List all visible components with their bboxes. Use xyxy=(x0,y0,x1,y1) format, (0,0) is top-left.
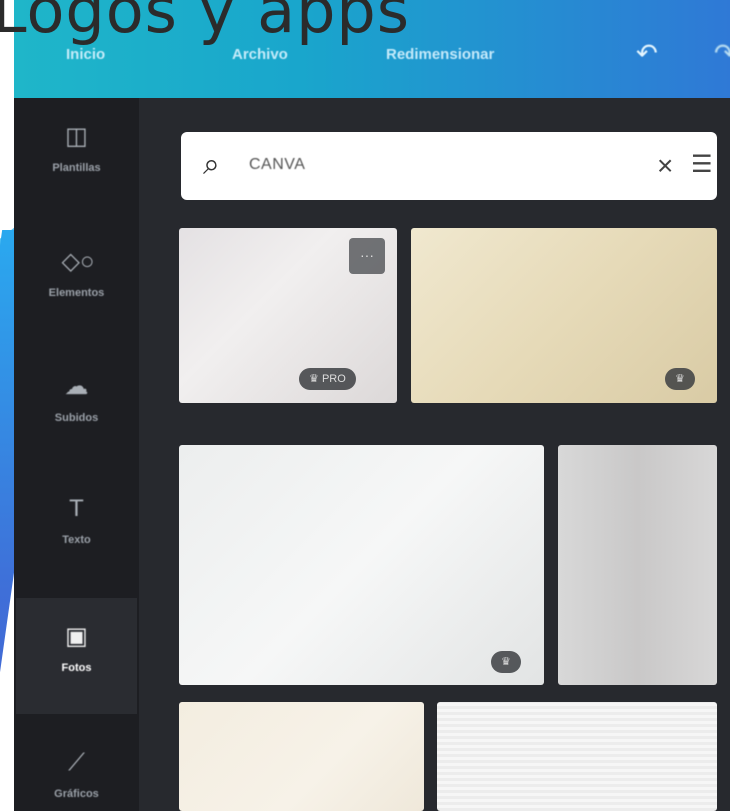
sidebar-item-label: Gráficos xyxy=(54,788,99,800)
search-icon: ⌕ xyxy=(203,148,220,181)
photo-icon: ▣ xyxy=(65,623,88,650)
photo-result-tile[interactable]: ♛ xyxy=(411,228,717,403)
photo-result-tile[interactable] xyxy=(179,702,424,811)
crown-badge: ♛ xyxy=(491,651,521,673)
photo-result-tile[interactable] xyxy=(558,445,717,685)
crown-icon: ♛ xyxy=(309,373,319,385)
cloud-upload-icon: ☁ xyxy=(64,373,89,400)
undo-icon[interactable]: ↶ xyxy=(636,38,666,68)
sidebar-item-label: Texto xyxy=(62,534,91,546)
search-input[interactable]: ⌕ CANVA × ☰ xyxy=(181,132,717,200)
sidebar-item-label: Elementos xyxy=(48,287,105,299)
resize-button[interactable]: Redimensionar xyxy=(386,46,494,63)
sidebar-item-uploads[interactable]: ☁ Subidos xyxy=(16,348,137,464)
chart-icon: ⟋ xyxy=(68,749,85,776)
home-button[interactable]: Inicio xyxy=(66,46,105,63)
sidebar-item-templates[interactable]: ◫ Plantillas xyxy=(16,98,137,214)
crown-badge: ♛ xyxy=(665,368,695,390)
filter-icon[interactable]: ☰ xyxy=(691,150,713,179)
sidebar-item-charts[interactable]: ⟋ Gráficos xyxy=(16,724,137,811)
sidebar-item-photos[interactable]: ▣ Fotos xyxy=(16,598,137,714)
shapes-icon: ◇○ xyxy=(61,248,95,275)
sidebar-item-label: Plantillas xyxy=(52,162,101,174)
photos-panel: ⌕ CANVA × ☰ ··· ♛ PRO ♛ ♛ xyxy=(139,98,730,811)
sidebar-item-elements[interactable]: ◇○ Elementos xyxy=(16,223,137,339)
sidebar-item-text[interactable]: T Texto xyxy=(16,470,137,586)
sidebar: ◫ Plantillas ◇○ Elementos ☁ Subidos T Te… xyxy=(14,98,139,811)
sidebar-item-label: Subidos xyxy=(54,412,99,424)
more-options-icon[interactable]: ··· xyxy=(349,238,385,274)
file-menu-button[interactable]: Archivo xyxy=(232,46,288,63)
crown-icon: ♛ xyxy=(501,656,511,668)
photo-result-tile[interactable]: ♛ xyxy=(179,445,544,685)
layout-icon: ◫ xyxy=(65,123,88,150)
redo-icon[interactable]: ↷ xyxy=(714,38,730,68)
crown-icon: ♛ xyxy=(675,373,685,385)
search-value[interactable]: CANVA xyxy=(249,156,305,174)
photo-result-tile[interactable] xyxy=(437,702,717,811)
clear-search-icon[interactable]: × xyxy=(657,150,673,182)
slide-title: Logos y apps xyxy=(0,0,411,47)
text-icon: T xyxy=(69,495,84,522)
canva-editor-screenshot: Inicio Archivo Redimensionar ↶ ↷ ◫ Plant… xyxy=(14,0,730,811)
pro-badge: ♛ PRO xyxy=(299,368,356,390)
sidebar-item-label: Fotos xyxy=(61,662,92,674)
photo-result-tile[interactable]: ··· ♛ PRO xyxy=(179,228,397,403)
